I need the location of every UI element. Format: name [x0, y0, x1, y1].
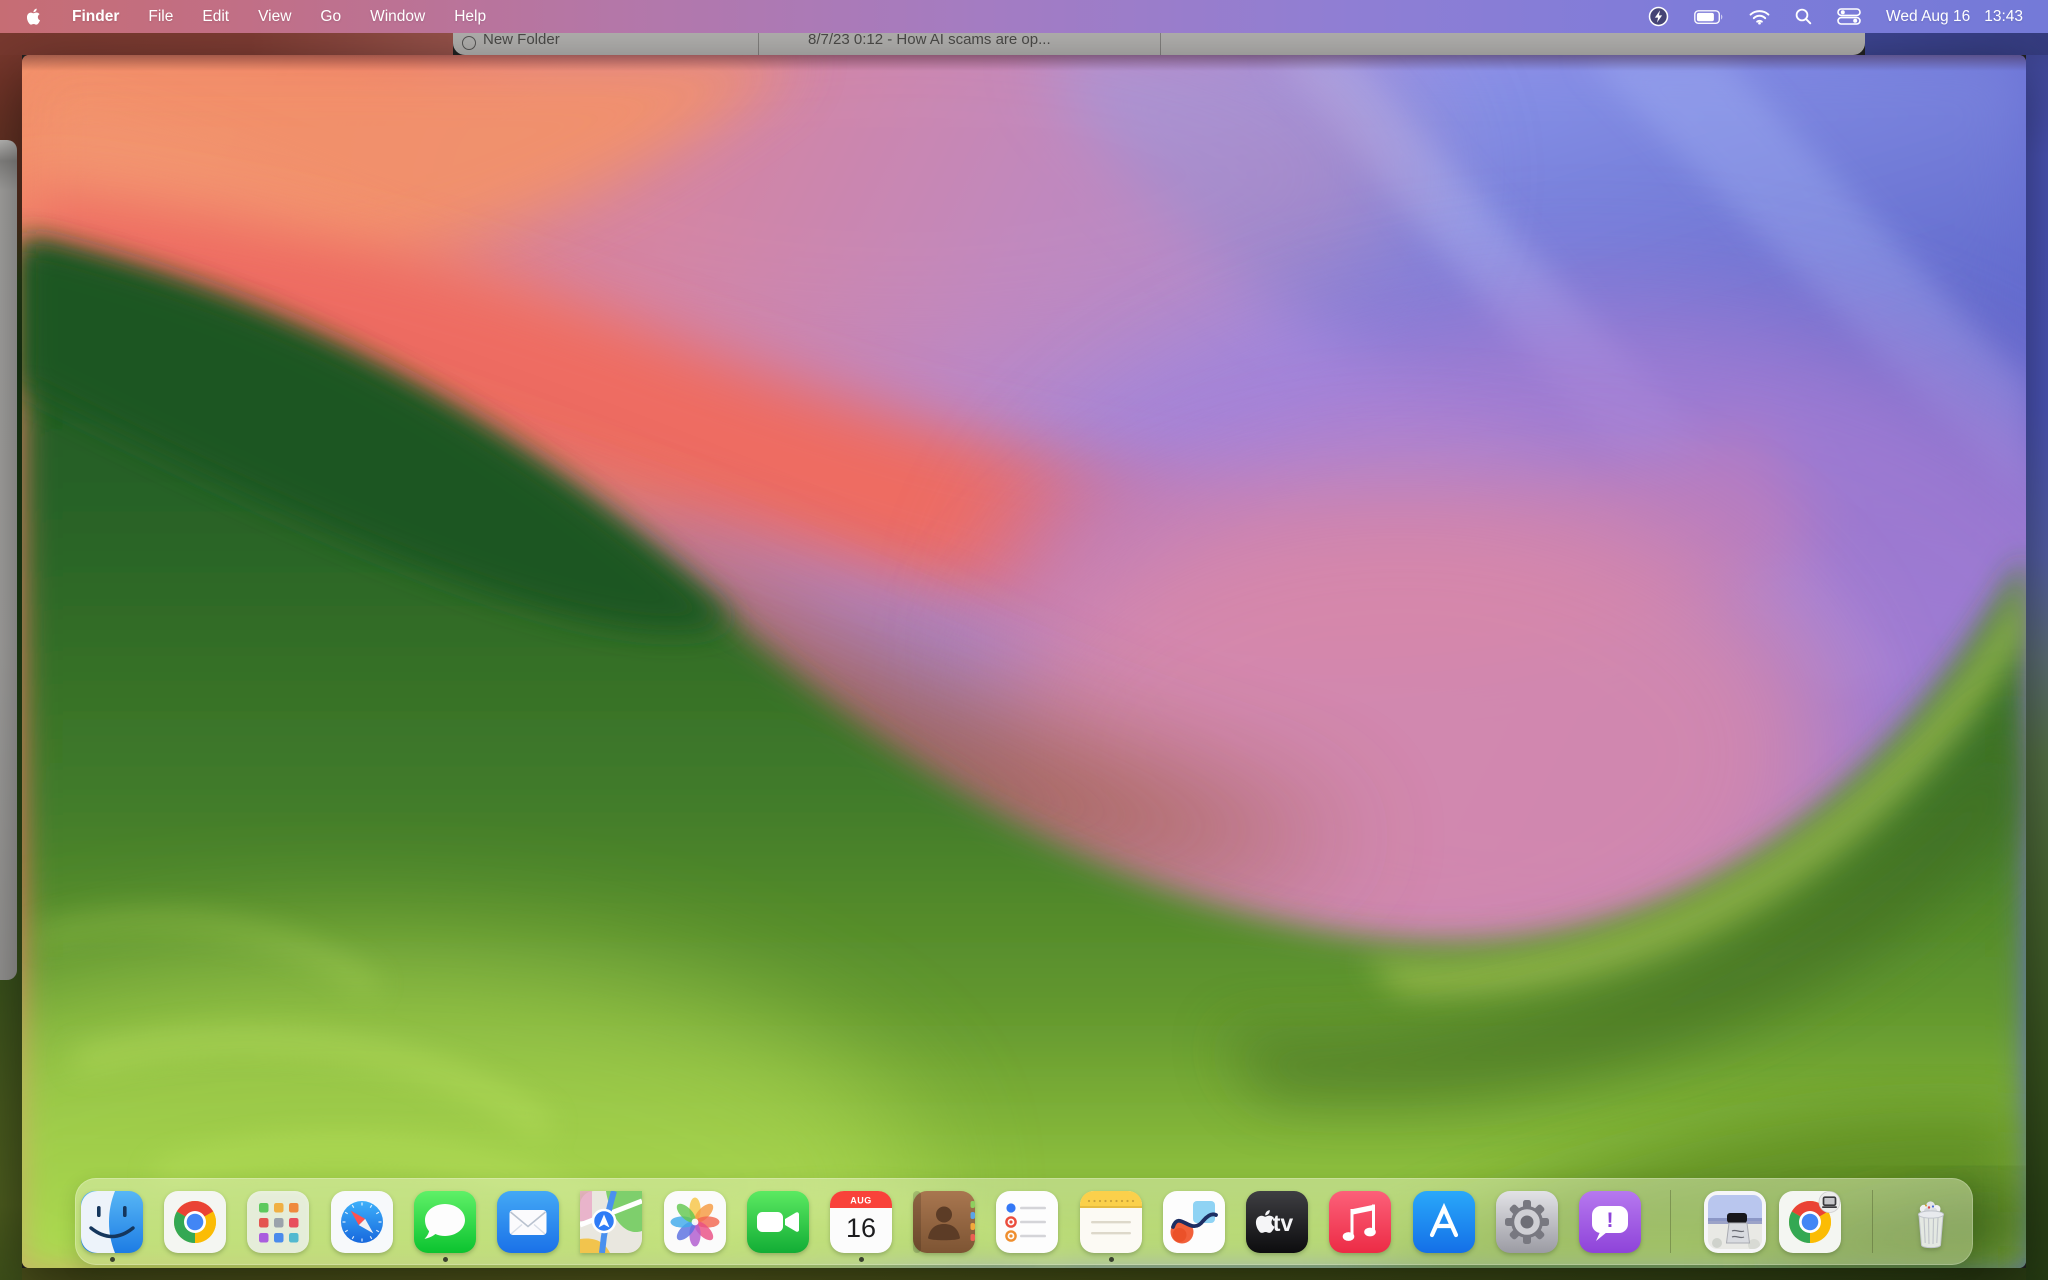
dock-icon-messages[interactable]: [414, 1191, 476, 1253]
maps-icon: [580, 1191, 642, 1253]
trash-icon: [1900, 1191, 1962, 1253]
dock-icon-minimized-chrome-window[interactable]: [1779, 1191, 1841, 1253]
dock-icon-contacts[interactable]: [913, 1191, 975, 1253]
desktop-strip-top-right: [1865, 33, 2048, 55]
dock-icon-safari[interactable]: [331, 1191, 393, 1253]
menu-go[interactable]: Go: [320, 8, 341, 26]
wallpaper-image-window[interactable]: [22, 55, 2026, 1268]
system-settings-icon: [1496, 1191, 1558, 1253]
dock-icon-trash[interactable]: [1900, 1191, 1962, 1253]
launchpad-icon: [247, 1191, 309, 1253]
apple-tv-icon: tv: [1246, 1191, 1308, 1253]
notes-icon: [1080, 1191, 1142, 1253]
safari-icon: [331, 1191, 393, 1253]
dock-icon-minimized-image-window[interactable]: [1704, 1191, 1766, 1253]
column-divider: [758, 33, 759, 55]
power-bolt-icon[interactable]: [1648, 6, 1669, 27]
background-window-bottom-sliver[interactable]: New Folder 8/7/23 0:12 - How AI scams ar…: [453, 33, 1865, 55]
menubar-time: 13:43: [1984, 8, 2023, 26]
freeform-icon: [1163, 1191, 1225, 1253]
facetime-icon: [747, 1191, 809, 1253]
reminders-icon: [996, 1191, 1058, 1253]
dock-icon-photos[interactable]: [664, 1191, 726, 1253]
menu-help[interactable]: Help: [454, 8, 486, 26]
menubar-clock[interactable]: Wed Aug 16 13:43: [1886, 8, 2023, 26]
desktop-strip-top-left: [0, 33, 453, 55]
dock-icon-system-settings[interactable]: [1496, 1191, 1558, 1253]
dock-icon-feedback-assistant[interactable]: !: [1579, 1191, 1641, 1253]
contacts-icon: [913, 1191, 975, 1253]
menubar-date: Wed Aug 16: [1886, 8, 1970, 26]
desktop-margin-right: [2026, 33, 2048, 1280]
menu-file[interactable]: File: [148, 8, 173, 26]
dock-icon-freeform[interactable]: [1163, 1191, 1225, 1253]
battery-icon[interactable]: [1694, 9, 1724, 25]
svg-text:16: 16: [846, 1213, 876, 1243]
menu-edit[interactable]: Edit: [202, 8, 229, 26]
control-center-icon[interactable]: [1837, 8, 1861, 25]
episode-list-row[interactable]: 8/7/23 0:12 - How AI scams are op...: [808, 33, 1051, 50]
new-folder-button[interactable]: New Folder: [483, 33, 560, 50]
dock-icon-app-store[interactable]: [1413, 1191, 1475, 1253]
chrome-icon: [164, 1191, 226, 1253]
dock-icon-finder[interactable]: [81, 1191, 143, 1253]
dock-icon-apple-tv[interactable]: tv: [1246, 1191, 1308, 1253]
apple-menu-icon[interactable]: [27, 7, 43, 26]
svg-text:tv: tv: [1273, 1210, 1294, 1236]
minimized-chrome-window-icon: [1779, 1191, 1841, 1253]
menu-app-name[interactable]: Finder: [72, 8, 119, 26]
new-folder-icon: [462, 36, 476, 50]
calendar-icon: AUG 16: [830, 1191, 892, 1253]
dock-icon-chrome[interactable]: [164, 1191, 226, 1253]
menu-bar: Finder File Edit View Go Window Help Wed…: [0, 0, 2048, 33]
finder-icon: [81, 1191, 143, 1253]
sonoma-wallpaper-image: [22, 55, 2026, 1268]
desktop-margin-bottom: [22, 1268, 2026, 1280]
app-store-icon: [1413, 1191, 1475, 1253]
menu-view[interactable]: View: [258, 8, 291, 26]
photos-icon: [664, 1191, 726, 1253]
dock-icon-mail[interactable]: [497, 1191, 559, 1253]
menu-window[interactable]: Window: [370, 8, 425, 26]
background-window-left-sliver[interactable]: [0, 140, 17, 980]
dock-icon-calendar[interactable]: AUG 16: [830, 1191, 892, 1253]
dock-icon-maps[interactable]: [580, 1191, 642, 1253]
svg-text:!: !: [1607, 1209, 1614, 1232]
minimized-image-window-icon: [1704, 1191, 1766, 1253]
mail-icon: [497, 1191, 559, 1253]
music-icon: [1329, 1191, 1391, 1253]
spotlight-icon[interactable]: [1795, 8, 1812, 25]
messages-icon: [414, 1191, 476, 1253]
dock-icon-music[interactable]: [1329, 1191, 1391, 1253]
feedback-assistant-icon: !: [1579, 1191, 1641, 1253]
column-divider: [1160, 33, 1161, 55]
wifi-icon[interactable]: [1749, 9, 1770, 25]
dock-icon-launchpad[interactable]: [247, 1191, 309, 1253]
dock-icon-reminders[interactable]: [996, 1191, 1058, 1253]
dock-icon-notes[interactable]: [1080, 1191, 1142, 1253]
svg-text:AUG: AUG: [850, 1196, 872, 1206]
dock-icon-facetime[interactable]: [747, 1191, 809, 1253]
